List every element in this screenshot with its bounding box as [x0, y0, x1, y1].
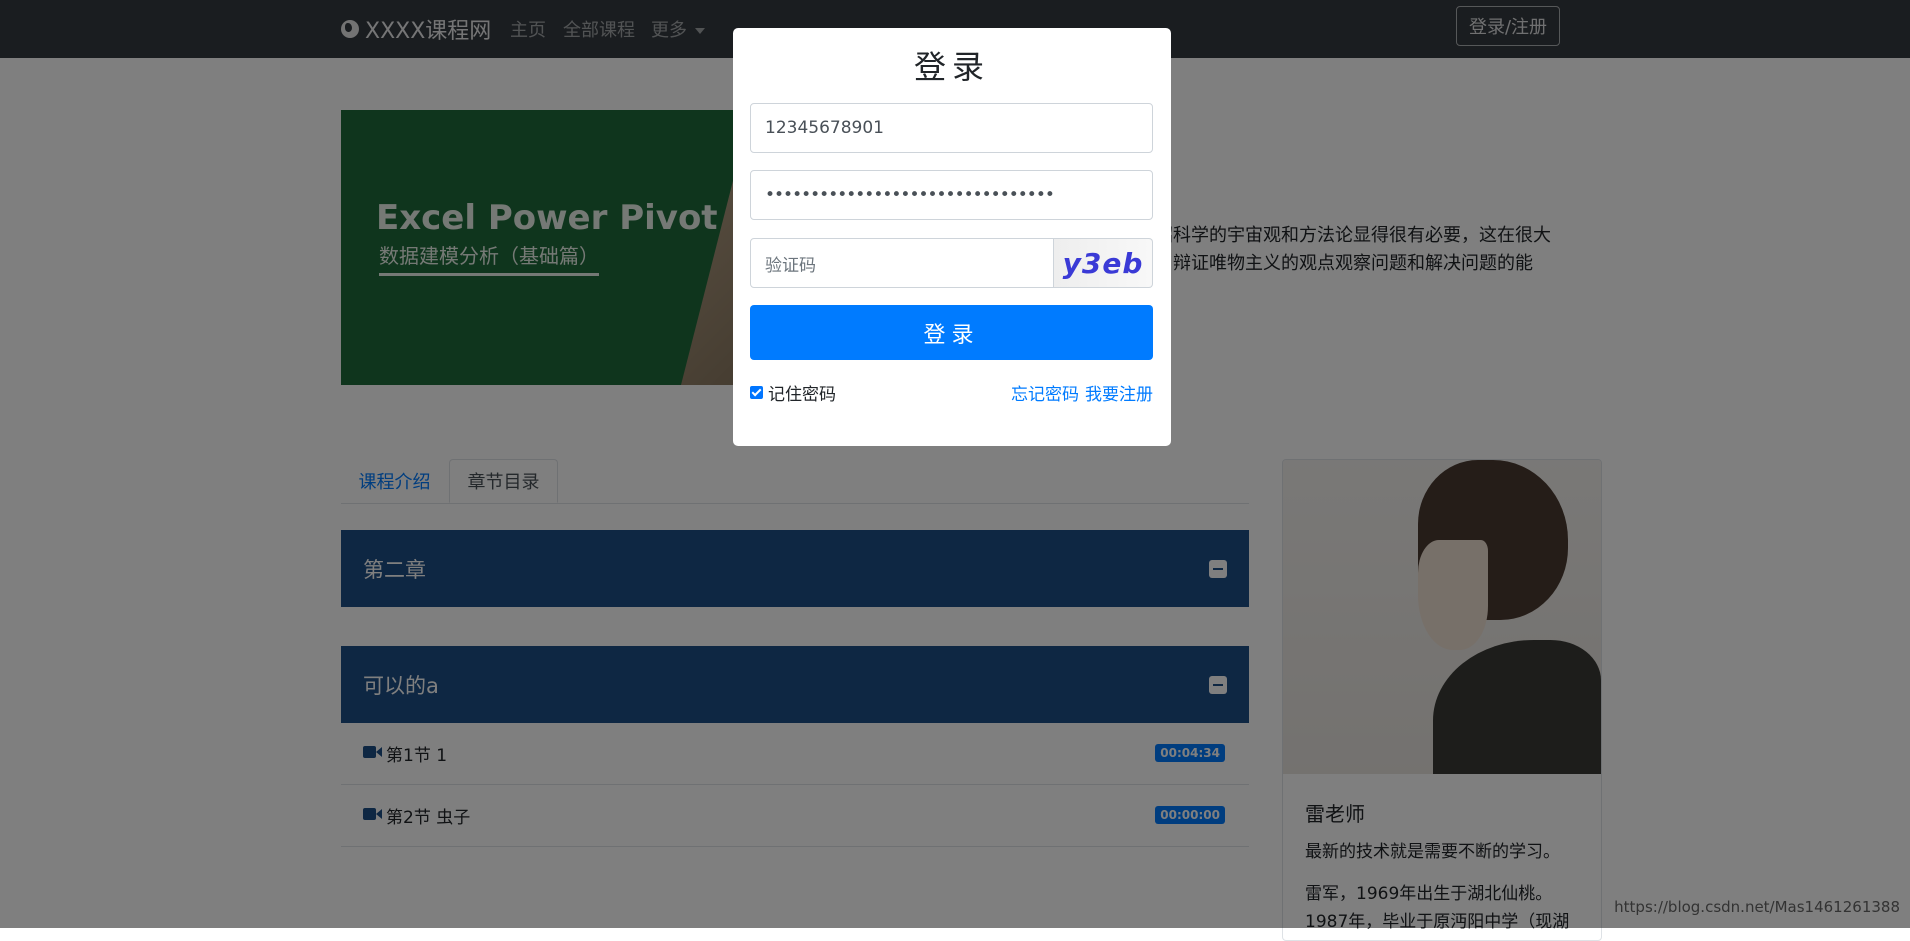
- modal-title: 登录: [913, 48, 990, 86]
- forgot-password-link[interactable]: 忘记密码: [1011, 380, 1079, 405]
- captcha-input[interactable]: 验证码: [750, 238, 1054, 288]
- remember-checkbox[interactable]: [750, 386, 763, 399]
- login-button[interactable]: 登录: [750, 305, 1153, 360]
- modal-links: 忘记密码 我要注册: [1011, 380, 1153, 405]
- captcha-image[interactable]: y3eb: [1054, 238, 1153, 288]
- register-link[interactable]: 我要注册: [1085, 380, 1153, 405]
- username-input[interactable]: 12345678901: [750, 103, 1153, 153]
- remember-password[interactable]: 记住密码: [750, 380, 836, 405]
- remember-label: 记住密码: [768, 385, 836, 405]
- login-modal: 登录 12345678901 •••••••••••••••••••••••••…: [733, 28, 1171, 446]
- password-input[interactable]: ••••••••••••••••••••••••••••••••: [750, 170, 1153, 220]
- watermark: https://blog.csdn.net/Mas1461261388: [1614, 898, 1900, 916]
